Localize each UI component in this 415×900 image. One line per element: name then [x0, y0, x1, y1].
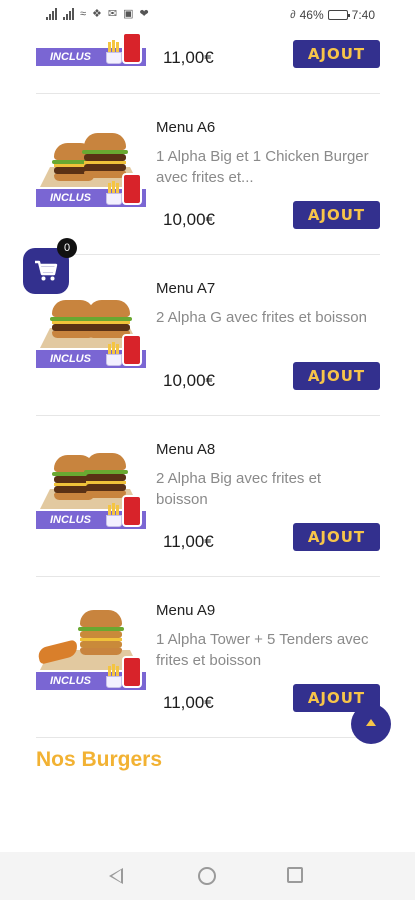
menu-item-a9: INCLUS Menu A9 1 Alpha Tower + 5 Tenders… — [36, 576, 380, 737]
fries-icon — [106, 340, 122, 366]
divider — [36, 415, 380, 416]
mail-icon: ✉ — [107, 8, 118, 20]
image-icon: ▣ — [123, 8, 134, 20]
wifi-icon: ≈ — [80, 8, 87, 20]
bluetooth-icon: ∂ — [290, 9, 296, 21]
burger-icon — [78, 610, 124, 655]
signal-icon — [63, 8, 74, 20]
item-description: 2 Alpha Big avec frites et boisson — [156, 470, 322, 508]
scroll-top-button[interactable] — [351, 704, 391, 744]
divider — [36, 254, 380, 255]
drink-can-icon — [122, 334, 142, 366]
divider — [36, 737, 380, 738]
app-icon: ❤ — [139, 8, 149, 20]
burger-icon — [86, 300, 132, 338]
notification-icon: ❖ — [92, 8, 102, 20]
fries-icon — [106, 662, 122, 688]
status-icons-left: ≈ ❖ ✉ ▣ ❤ — [46, 8, 149, 20]
recents-icon[interactable] — [287, 867, 303, 883]
battery-icon — [327, 10, 350, 20]
divider — [36, 93, 380, 94]
drink-can-icon — [122, 495, 142, 527]
menu-image: INCLUS — [36, 284, 146, 384]
menu-item-a6: INCLUS Menu A6 1 Alpha Big et 1 Chicken … — [36, 93, 380, 254]
home-icon[interactable] — [198, 867, 216, 885]
cart-count-badge: 0 — [57, 238, 77, 258]
menu-image: INCLUS — [36, 606, 146, 706]
menu-image: INCLUS — [36, 445, 146, 545]
shopping-cart-icon — [35, 260, 58, 281]
navigation-bar — [0, 852, 415, 900]
item-name: Menu A8 — [156, 441, 216, 458]
signal-icon — [46, 8, 57, 20]
item-name: Menu A7 — [156, 280, 216, 297]
item-name: Menu A6 — [156, 119, 216, 136]
item-price: 10,00€ — [163, 371, 215, 390]
fries-icon — [106, 501, 122, 527]
burger-icon — [82, 133, 128, 178]
back-icon[interactable] — [109, 868, 123, 884]
item-description: 1 Alpha Big et 1 Chicken Burger avec fri… — [156, 148, 369, 186]
fries-icon — [106, 179, 122, 205]
item-price: 11,00€ — [163, 48, 214, 67]
item-price: 11,00€ — [163, 693, 214, 712]
menu-image: INCLUS — [36, 123, 146, 223]
divider — [36, 576, 380, 577]
battery-percent: 46% — [299, 8, 324, 22]
item-price: 11,00€ — [163, 532, 214, 551]
fries-icon — [106, 38, 122, 64]
menu-item-a7: INCLUS Menu A7 2 Alpha G avec frites et … — [36, 254, 380, 415]
status-bar: ≈ ❖ ✉ ▣ ❤ ∂ 46% 7:40 — [0, 0, 415, 32]
drink-can-icon — [122, 173, 142, 205]
drink-can-icon — [122, 656, 142, 688]
drink-can-icon — [122, 32, 142, 64]
add-button[interactable]: AJOUT — [293, 201, 380, 229]
item-name: Menu A9 — [156, 602, 216, 619]
list-end — [36, 737, 380, 739]
clock: 7:40 — [351, 8, 375, 22]
add-button[interactable]: AJOUT — [293, 362, 380, 390]
add-button[interactable]: AJOUT — [293, 523, 380, 551]
item-description: 2 Alpha G avec frites et boisson — [156, 309, 367, 326]
menu-item-a8: INCLUS Menu A8 2 Alpha Big avec frites e… — [36, 415, 380, 576]
section-title: Nos Burgers — [36, 748, 163, 771]
item-description: 1 Alpha Tower + 5 Tenders avec frites et… — [156, 631, 369, 669]
status-icons-right: ∂ 46% 7:40 — [290, 8, 375, 22]
item-price: 10,00€ — [163, 210, 215, 229]
add-button[interactable]: AJOUT — [293, 40, 380, 68]
burger-icon — [84, 453, 128, 498]
